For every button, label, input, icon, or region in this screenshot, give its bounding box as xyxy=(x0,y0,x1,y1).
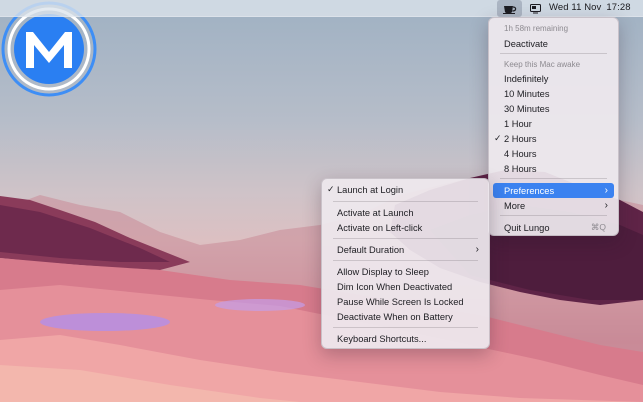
menubar-clock[interactable]: Wed 11 Nov 17:28 xyxy=(549,2,636,13)
checkmark-icon: ✓ xyxy=(494,133,502,143)
menubar-date: Wed 11 Nov xyxy=(549,2,602,13)
allow-display-sleep-item[interactable]: Allow Display to Sleep xyxy=(326,264,485,279)
menu-separator xyxy=(333,260,478,261)
quit-item[interactable]: Quit Lungo ⌘Q xyxy=(493,220,614,235)
activate-left-click-item[interactable]: Activate on Left-click xyxy=(326,220,485,235)
deactivate-battery-item[interactable]: Deactivate When on Battery xyxy=(326,309,485,324)
menu-separator xyxy=(500,53,607,54)
menu-separator xyxy=(500,215,607,216)
menu-separator xyxy=(333,327,478,328)
dim-icon-item[interactable]: Dim Icon When Deactivated xyxy=(326,279,485,294)
duration-8-hours[interactable]: 8 Hours xyxy=(493,161,614,176)
lungo-status-item[interactable] xyxy=(497,0,522,17)
quit-label: Quit Lungo xyxy=(504,222,550,233)
chevron-right-icon: › xyxy=(475,244,479,255)
quit-shortcut: ⌘Q xyxy=(590,222,606,232)
display-icon xyxy=(529,3,541,13)
launch-at-login-label: Launch at Login xyxy=(337,184,404,195)
duration-2-hours-label: 2 Hours xyxy=(504,133,537,144)
remaining-time-label: 1h 58m remaining xyxy=(504,24,569,33)
deactivate-item[interactable]: Deactivate xyxy=(493,36,614,51)
more-label: More xyxy=(504,200,526,211)
chevron-right-icon: › xyxy=(604,185,608,196)
display-status-item[interactable] xyxy=(526,0,544,17)
duration-4-hours[interactable]: 4 Hours xyxy=(493,146,614,161)
keyboard-shortcuts-item[interactable]: Keyboard Shortcuts... xyxy=(326,331,485,346)
duration-indefinitely[interactable]: Indefinitely xyxy=(493,71,614,86)
default-duration-item[interactable]: Default Duration › xyxy=(326,242,485,257)
activate-at-launch-item[interactable]: Activate at Launch xyxy=(326,205,485,220)
coffee-cup-icon xyxy=(502,5,516,14)
launch-at-login-item[interactable]: ✓ Launch at Login xyxy=(326,182,485,197)
duration-10-minutes[interactable]: 10 Minutes xyxy=(493,86,614,101)
pause-locked-item[interactable]: Pause While Screen Is Locked xyxy=(326,294,485,309)
preferences-label: Preferences xyxy=(504,185,555,196)
menubar-time: 17:28 xyxy=(606,2,631,13)
more-item[interactable]: More › xyxy=(493,198,614,213)
duration-30-minutes[interactable]: 30 Minutes xyxy=(493,101,614,116)
menu-bar: Wed 11 Nov 17:28 xyxy=(0,0,643,17)
duration-1-hour[interactable]: 1 Hour xyxy=(493,116,614,131)
preferences-submenu: ✓ Launch at Login Activate at Launch Act… xyxy=(321,178,490,349)
lungo-menu: 1h 58m remaining Deactivate Keep this Ma… xyxy=(488,17,619,236)
preferences-item[interactable]: Preferences › xyxy=(493,183,614,198)
chevron-right-icon: › xyxy=(604,200,608,211)
checkmark-icon: ✓ xyxy=(327,184,335,194)
menu-separator xyxy=(333,201,478,202)
menu-separator xyxy=(333,238,478,239)
duration-2-hours[interactable]: ✓ 2 Hours xyxy=(493,131,614,146)
default-duration-label: Default Duration xyxy=(337,244,405,255)
keep-awake-header: Keep this Mac awake xyxy=(504,60,581,69)
menu-separator xyxy=(500,178,607,179)
